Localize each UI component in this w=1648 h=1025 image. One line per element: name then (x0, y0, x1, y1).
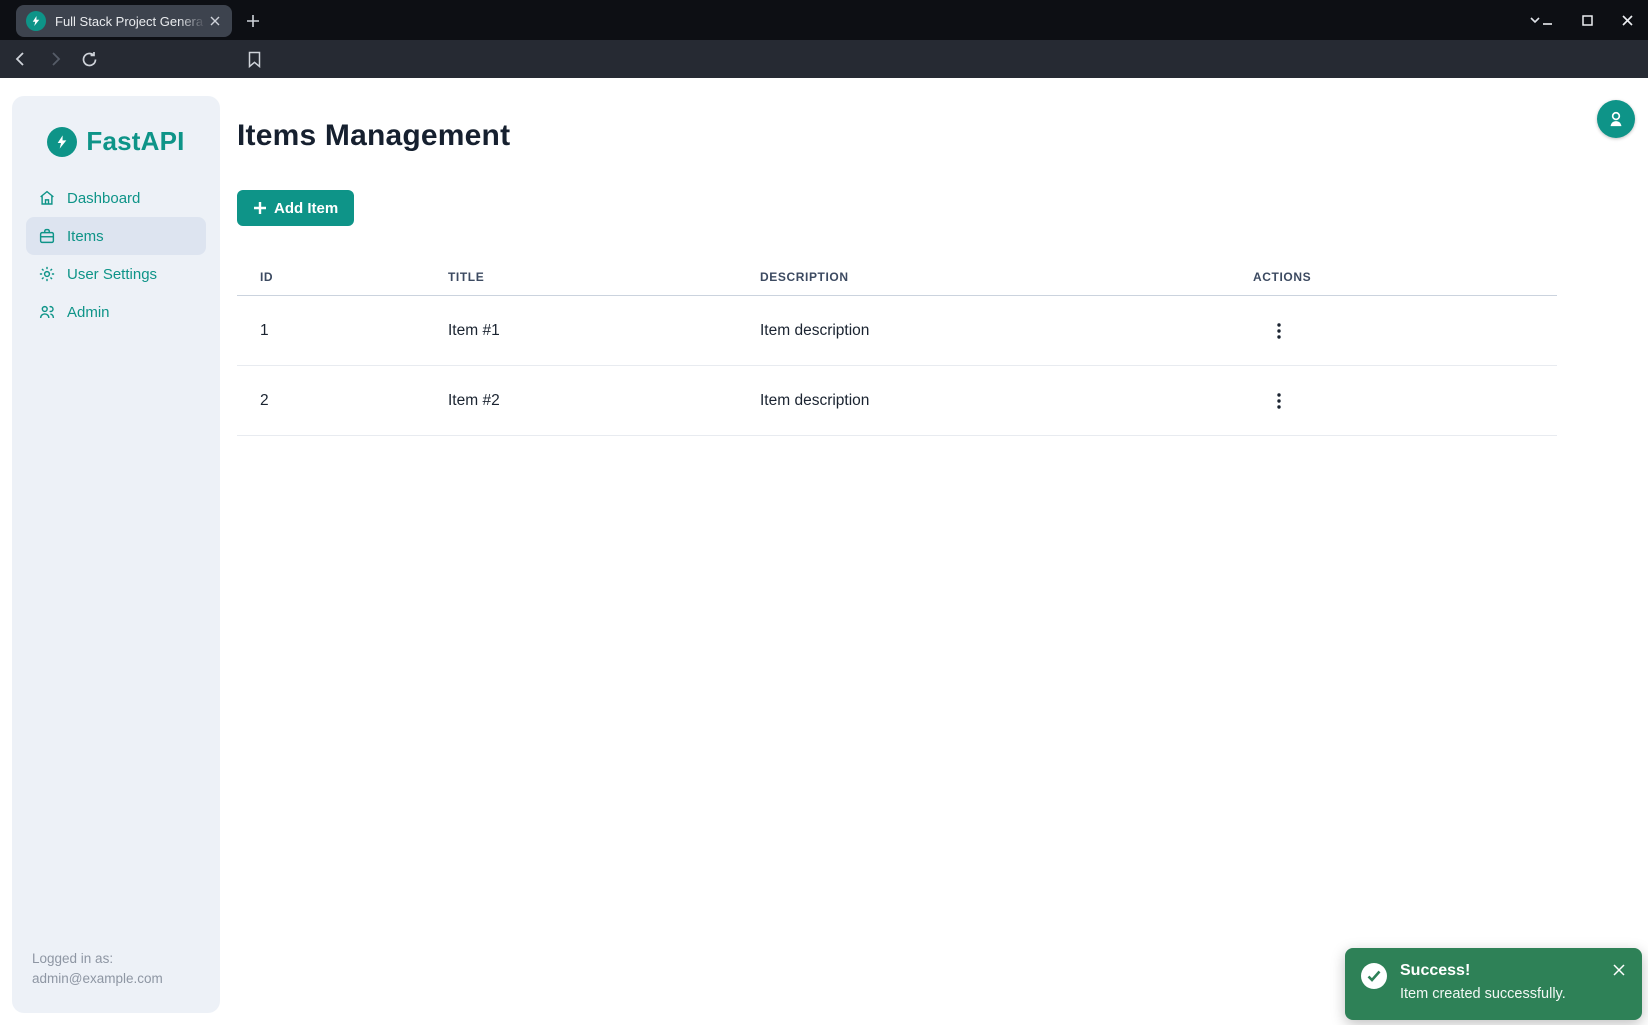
fastapi-logo-icon (47, 127, 77, 157)
fastapi-favicon-icon (26, 11, 46, 31)
back-button[interactable] (8, 46, 34, 72)
row-actions-menu-button[interactable] (1263, 315, 1295, 347)
page-content: FastAPI Dashboard Items (0, 78, 1648, 1025)
briefcase-icon (38, 227, 56, 245)
users-icon (38, 303, 56, 321)
add-item-label: Add Item (274, 200, 338, 217)
new-tab-button[interactable] (243, 11, 263, 31)
window-close-button[interactable] (1618, 11, 1636, 29)
plus-icon (253, 201, 267, 215)
cell-id: 1 (237, 322, 425, 340)
sidebar-item-label: User Settings (67, 266, 157, 283)
user-avatar-button[interactable] (1597, 100, 1635, 138)
bookmark-icon[interactable] (241, 46, 267, 72)
reload-button[interactable] (76, 46, 102, 72)
cell-description: Item description (737, 322, 1230, 340)
sidebar-item-dashboard[interactable]: Dashboard (26, 179, 206, 217)
column-header-title: TITLE (425, 270, 737, 284)
items-table: ID TITLE DESCRIPTION ACTIONS 1 Item #1 I… (237, 258, 1557, 436)
success-toast: Success! Item created successfully. (1345, 948, 1642, 1020)
sidebar-item-user-settings[interactable]: User Settings (26, 255, 206, 293)
home-icon (38, 189, 56, 207)
window-minimize-button[interactable] (1538, 11, 1556, 29)
browser-toolbar: localhost/items 1 (0, 40, 1648, 78)
cell-title: Item #1 (425, 322, 737, 340)
column-header-actions: ACTIONS (1230, 270, 1557, 284)
tab-close-icon[interactable] (206, 12, 224, 30)
browser-tab[interactable]: Full Stack Project Genera (16, 5, 232, 37)
window-maximize-button[interactable] (1578, 11, 1596, 29)
logged-in-email: admin@example.com (32, 969, 163, 989)
column-header-id: ID (237, 270, 425, 284)
sidebar-item-label: Admin (67, 304, 110, 321)
add-item-button[interactable]: Add Item (237, 190, 354, 226)
sidebar-item-label: Items (67, 228, 104, 245)
row-actions-menu-button[interactable] (1263, 385, 1295, 417)
sidebar-item-items[interactable]: Items (26, 217, 206, 255)
toast-title: Success! (1400, 961, 1566, 981)
toast-close-icon[interactable] (1610, 961, 1628, 979)
sidebar-nav: Dashboard Items User Settings (12, 179, 220, 331)
kebab-icon (1277, 393, 1281, 409)
cell-id: 2 (237, 392, 425, 410)
cell-title: Item #2 (425, 392, 737, 410)
check-circle-icon (1361, 963, 1387, 989)
toast-message: Item created successfully. (1400, 984, 1566, 1004)
app-logo-text: FastAPI (86, 126, 184, 157)
user-icon (1606, 109, 1626, 129)
table-row: 2 Item #2 Item description (237, 366, 1557, 436)
page-title: Items Management (237, 119, 510, 153)
tab-title: Full Stack Project Genera (55, 14, 206, 29)
logged-in-label: Logged in as: (32, 949, 163, 969)
sidebar: FastAPI Dashboard Items (12, 96, 220, 1013)
column-header-description: DESCRIPTION (737, 270, 1230, 284)
sidebar-item-label: Dashboard (67, 190, 140, 207)
table-row: 1 Item #1 Item description (237, 296, 1557, 366)
app-logo: FastAPI (12, 96, 220, 157)
browser-window: Full Stack Project Genera (0, 0, 1648, 1025)
tab-strip: Full Stack Project Genera (0, 0, 1648, 40)
table-header-row: ID TITLE DESCRIPTION ACTIONS (237, 258, 1557, 296)
kebab-icon (1277, 323, 1281, 339)
forward-button[interactable] (42, 46, 68, 72)
sidebar-item-admin[interactable]: Admin (26, 293, 206, 331)
logged-in-info: Logged in as: admin@example.com (32, 949, 163, 989)
cell-description: Item description (737, 392, 1230, 410)
gear-icon (38, 265, 56, 283)
